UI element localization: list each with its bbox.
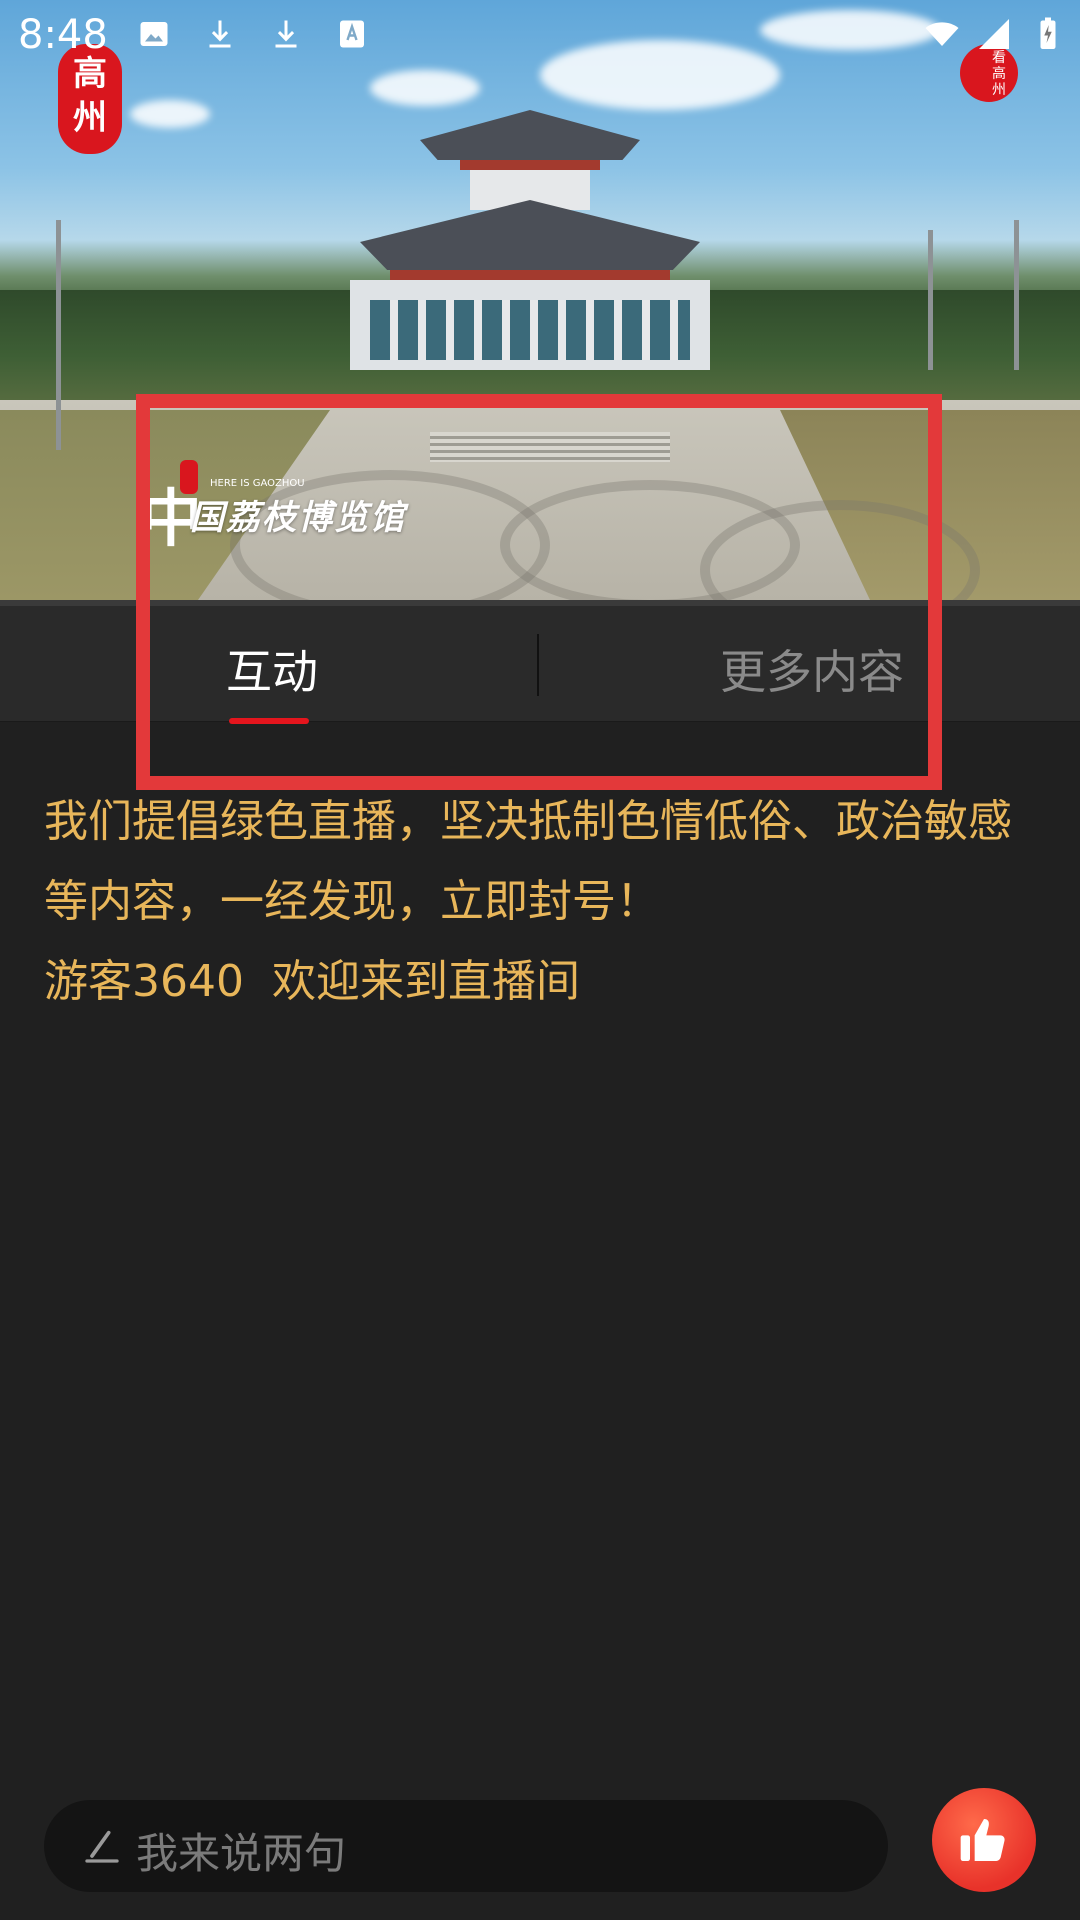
museum-building-image [320, 110, 740, 370]
wifi-icon [924, 16, 960, 52]
comment-input[interactable]: 我来说两句 [44, 1800, 888, 1892]
text-icon [334, 16, 370, 52]
chat-message-list: 我们提倡绿色直播，坚决抵制色情低俗、政治敏感等内容，一经发现，立即封号！ 游客3… [44, 782, 1044, 1022]
like-button[interactable] [932, 1788, 1036, 1892]
chat-notice-message: 我们提倡绿色直播，坚决抵制色情低俗、政治敏感等内容，一经发现，立即封号！ [44, 796, 1012, 927]
status-bar: 8:48 [0, 0, 1080, 70]
status-time: 8:48 [18, 12, 108, 58]
pencil-icon [85, 1830, 119, 1863]
signal-icon [976, 16, 1012, 52]
download-icon [202, 16, 238, 52]
image-icon [136, 16, 172, 52]
highlight-box [136, 394, 942, 790]
chat-welcome-message: 游客3640 欢迎来到直播间 [44, 956, 580, 1007]
comment-input-placeholder: 我来说两句 [136, 1829, 347, 1878]
thumbs-up-icon [960, 1819, 1005, 1861]
battery-icon [1030, 16, 1066, 52]
download-icon [268, 16, 304, 52]
